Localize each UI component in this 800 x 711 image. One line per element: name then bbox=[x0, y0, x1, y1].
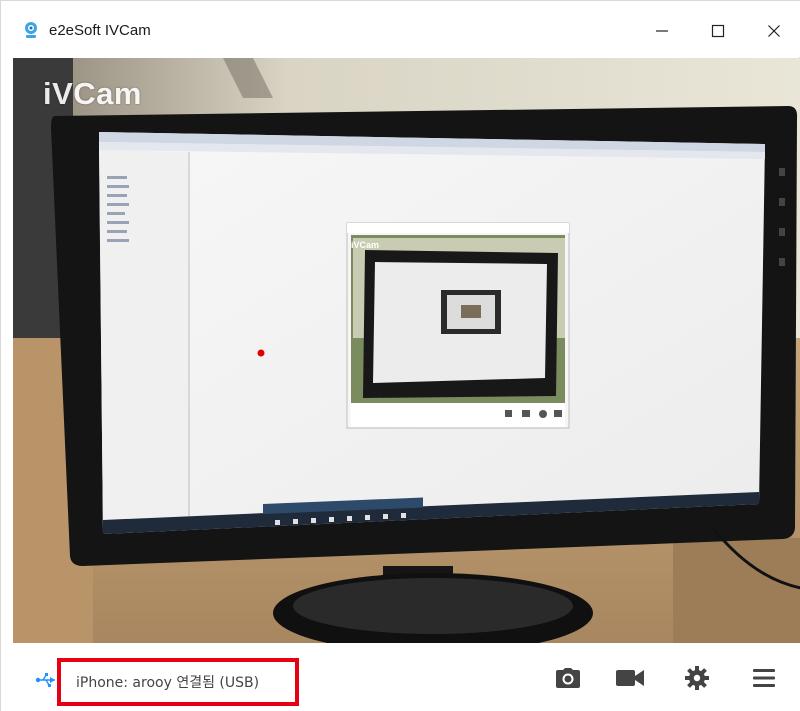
maximize-icon bbox=[711, 24, 725, 38]
video-camera-icon bbox=[616, 670, 644, 686]
record-button[interactable] bbox=[615, 663, 645, 693]
gear-icon bbox=[685, 666, 709, 690]
webcam-icon bbox=[25, 22, 37, 38]
inner-watermark: iVCam bbox=[351, 240, 379, 250]
minimize-icon bbox=[656, 30, 668, 32]
usb-icon bbox=[35, 673, 55, 688]
camera-preview[interactable]: iVCam iVCam bbox=[13, 58, 800, 643]
close-icon bbox=[768, 25, 780, 37]
camera-feed-image: iVCam bbox=[13, 58, 800, 643]
minimize-button[interactable] bbox=[642, 11, 682, 51]
ivcam-watermark: iVCam bbox=[43, 76, 142, 111]
status-bar: iPhone: arooy 연결됨 (USB) bbox=[1, 643, 800, 711]
ivcam-window: e2eSoft IVCam iVCam iVCam iPhone: arooy … bbox=[0, 0, 800, 711]
maximize-button[interactable] bbox=[698, 11, 738, 51]
camera-icon bbox=[556, 668, 580, 688]
connection-status-text: iPhone: arooy 연결됨 (USB) bbox=[76, 675, 260, 691]
snapshot-button[interactable] bbox=[553, 663, 583, 693]
settings-button[interactable] bbox=[682, 663, 712, 693]
hamburger-menu-icon bbox=[753, 669, 775, 687]
close-button[interactable] bbox=[754, 11, 794, 51]
title-bar[interactable]: e2eSoft IVCam bbox=[1, 1, 800, 57]
connection-status: iPhone: arooy 연결됨 (USB) bbox=[57, 658, 299, 706]
window-title: e2eSoft IVCam bbox=[49, 22, 151, 39]
menu-button[interactable] bbox=[749, 663, 779, 693]
